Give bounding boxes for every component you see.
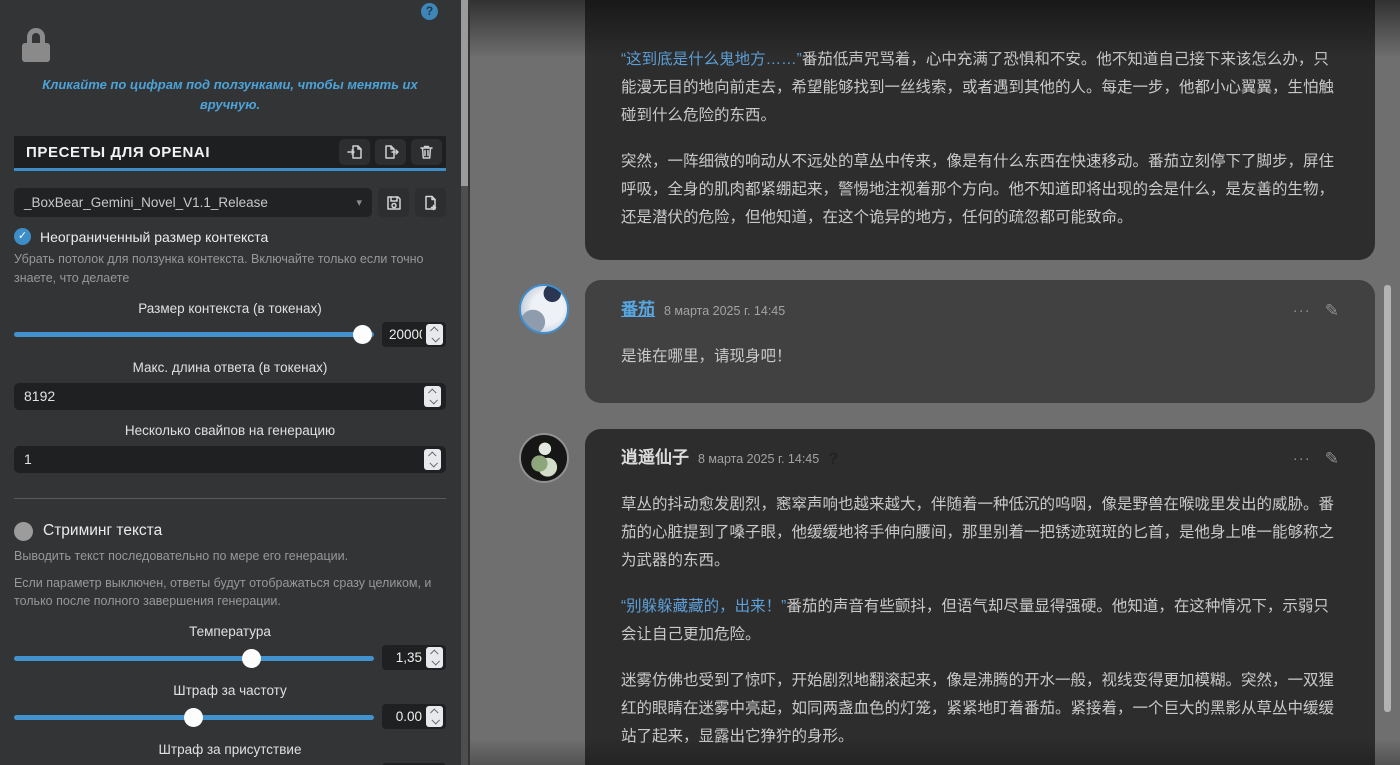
section-divider (14, 497, 446, 499)
swipes-value[interactable]: 1 (24, 451, 420, 467)
message-paragraph: “别躲躲藏藏的，出来！”番茄的声音有些颤抖，但语气却尽量显得强硬。他知道，在这种… (621, 598, 1329, 643)
preset-select[interactable]: _BoxBear_Gemini_Novel_V1.1_Release ▾ (14, 188, 372, 218)
swipes-label: Несколько свайпов на генерацию (124, 422, 336, 438)
message-actions: ··· ✎ (1293, 445, 1339, 473)
checkbox-checked-icon[interactable]: ✓ (14, 228, 31, 246)
message-timestamp: 8 марта 2025 г. 14:45 (698, 452, 820, 466)
max-response-input[interactable]: 8192 (14, 382, 446, 410)
sidebar-scrollbar-thumb[interactable] (461, 0, 468, 186)
streaming-label: Стриминг текста (43, 522, 163, 540)
chat-message-0: “这到底是什么鬼地方……”番茄低声咒骂着，心中充满了恐惧和不安。他不知道自己接下… (585, 0, 1375, 260)
file-plus-icon (424, 195, 436, 211)
context-size-row: 2000000 (14, 321, 446, 347)
chevron-down-icon: ▾ (356, 197, 362, 210)
stepper-icon[interactable] (424, 448, 441, 470)
slider-knob[interactable] (353, 325, 373, 345)
trash-icon (420, 146, 433, 160)
context-size-label: Размер контекста (в токенах) (138, 300, 322, 316)
message-bubble: “这到底是什么鬼地方……”番茄低声咒骂着，心中充满了恐惧和不安。他不知道自己接下… (585, 0, 1375, 260)
stepper-icon[interactable] (424, 385, 441, 407)
save-as-new-preset-button[interactable] (415, 188, 446, 218)
save-preset-button[interactable] (378, 188, 409, 218)
stepper-icon[interactable] (426, 647, 443, 669)
max-response-label: Макс. длина ответа (в токенах) (132, 359, 328, 375)
help-icon[interactable]: ? (421, 3, 438, 20)
character-name[interactable]: 逍遥仙子 (621, 444, 689, 472)
message-bubble: 番茄 8 марта 2025 г. 14:45 ··· ✎ 是谁在哪里，请现身… (585, 280, 1375, 403)
unlocked-context-label: Неограниченный размер контекста (40, 228, 269, 245)
slider-knob[interactable] (241, 648, 261, 668)
message-paragraph: “这到底是什么鬼地方……”番茄低声咒骂着，心中充满了恐惧和不安。他不知道自己接下… (621, 51, 1335, 124)
delete-preset-button[interactable] (411, 139, 442, 166)
edit-message-icon[interactable]: ✎ (1325, 445, 1339, 473)
avatar[interactable] (519, 433, 569, 483)
quoted-speech: “这到底是什么鬼地方……” (621, 51, 802, 68)
context-size-value-box[interactable]: 2000000 (382, 321, 446, 347)
unlocked-context-note: Убрать потолок для ползунка контекста. В… (14, 252, 424, 286)
settings-sidebar: ? Кликайте по цифрам под ползунками, что… (0, 0, 470, 765)
streaming-note-1: Выводить текст последовательно по мере е… (14, 548, 349, 563)
unlocked-context-row[interactable]: ✓ Неограниченный размер контекста (14, 228, 446, 246)
presets-header: ПРЕСЕТЫ ДЛЯ OPENAI (14, 136, 446, 172)
preset-select-row: _BoxBear_Gemini_Novel_V1.1_Release ▾ (14, 188, 446, 218)
character-name[interactable]: 番茄 (621, 296, 655, 324)
max-response-value[interactable]: 8192 (24, 388, 420, 404)
avatar[interactable] (519, 284, 569, 334)
sidebar-scrollbar[interactable] (461, 0, 468, 765)
frequency-penalty-row: 0.00 (14, 704, 446, 730)
toggle-off-icon[interactable] (14, 521, 33, 541)
chat-scrollbar-thumb[interactable] (1384, 285, 1391, 712)
stepper-icon[interactable] (426, 323, 443, 345)
preset-select-value: _BoxBear_Gemini_Novel_V1.1_Release (24, 195, 268, 211)
chat-message-1: 番茄 8 марта 2025 г. 14:45 ··· ✎ 是谁在哪里，请现身… (519, 280, 1375, 403)
streaming-toggle-row[interactable]: Стриминг текста (14, 521, 446, 541)
frequency-penalty-label: Штраф за частоту (173, 683, 287, 699)
message-menu-icon[interactable]: ··· (1293, 445, 1311, 473)
edit-message-icon[interactable]: ✎ (1325, 297, 1339, 325)
message-header: 逍遥仙子 8 марта 2025 г. 14:45 ? ··· ✎ (621, 444, 1339, 473)
import-preset-button[interactable] (339, 139, 370, 166)
app-window: ? Кликайте по цифрам под ползунками, что… (0, 0, 1400, 765)
temperature-value[interactable]: 1,35 (389, 650, 422, 665)
temperature-row: 1,35 (14, 645, 446, 671)
save-icon (386, 196, 401, 210)
message-header: 番茄 8 марта 2025 г. 14:45 ··· ✎ (621, 296, 1339, 325)
chat-panel: “这到底是什么鬼地方……”番茄低声咒骂着，心中充满了恐惧和不安。他不知道自己接下… (470, 0, 1400, 765)
sliders-hint-text: Кликайте по цифрам под ползунками, чтобы… (42, 77, 418, 113)
message-bubble: 逍遥仙子 8 марта 2025 г. 14:45 ? ··· ✎ 草丛的抖动… (585, 429, 1375, 765)
export-preset-button[interactable] (375, 139, 406, 166)
context-size-value[interactable]: 2000000 (389, 327, 422, 342)
file-import-icon (346, 145, 362, 160)
presets-title: ПРЕСЕТЫ ДЛЯ OPENAI (26, 143, 211, 161)
message-paragraph: 是谁在哪里，请现身吧！ (621, 348, 792, 365)
swipes-input[interactable]: 1 (14, 445, 446, 473)
message-paragraph: 草丛的抖动愈发剧烈，窸窣声响也越来越大，伴随着一种低沉的呜咽，像是野兽在喉咙里发… (621, 496, 1335, 569)
message-menu-icon[interactable]: ··· (1293, 297, 1311, 325)
message-paragraph: 迷雾仿佛也受到了惊吓，开始剧烈地翻滚起来，像是沸腾的开水一般，视线变得更加模糊。… (621, 672, 1335, 745)
message-timestamp: 8 марта 2025 г. 14:45 (664, 304, 786, 318)
temperature-slider[interactable] (14, 648, 374, 668)
temperature-label: Температура (189, 624, 271, 640)
presence-penalty-label: Штраф за присутствие (158, 742, 302, 758)
slider-knob[interactable] (184, 707, 203, 727)
temperature-value-box[interactable]: 1,35 (382, 645, 446, 671)
frequency-penalty-value-box[interactable]: 0.00 (382, 704, 446, 730)
frequency-penalty-value[interactable]: 0.00 (389, 709, 422, 724)
stepper-icon[interactable] (426, 706, 443, 728)
frequency-penalty-slider[interactable] (14, 707, 374, 727)
chat-message-2: 逍遥仙子 8 марта 2025 г. 14:45 ? ··· ✎ 草丛的抖动… (519, 429, 1375, 765)
reasoning-question-icon[interactable]: ? (828, 445, 838, 473)
file-export-icon (384, 145, 399, 160)
message-actions: ··· ✎ (1293, 297, 1339, 325)
message-paragraph: 突然，一阵细微的响动从不远处的草丛中传来，像是有什么东西在快速移动。番茄立刻停下… (621, 153, 1335, 226)
lock-icon[interactable] (22, 28, 50, 62)
quoted-speech: “别躲躲藏藏的，出来！” (621, 598, 787, 615)
context-size-slider[interactable] (14, 324, 374, 345)
streaming-note-2: Если параметр выключен, ответы будут ото… (14, 575, 432, 609)
